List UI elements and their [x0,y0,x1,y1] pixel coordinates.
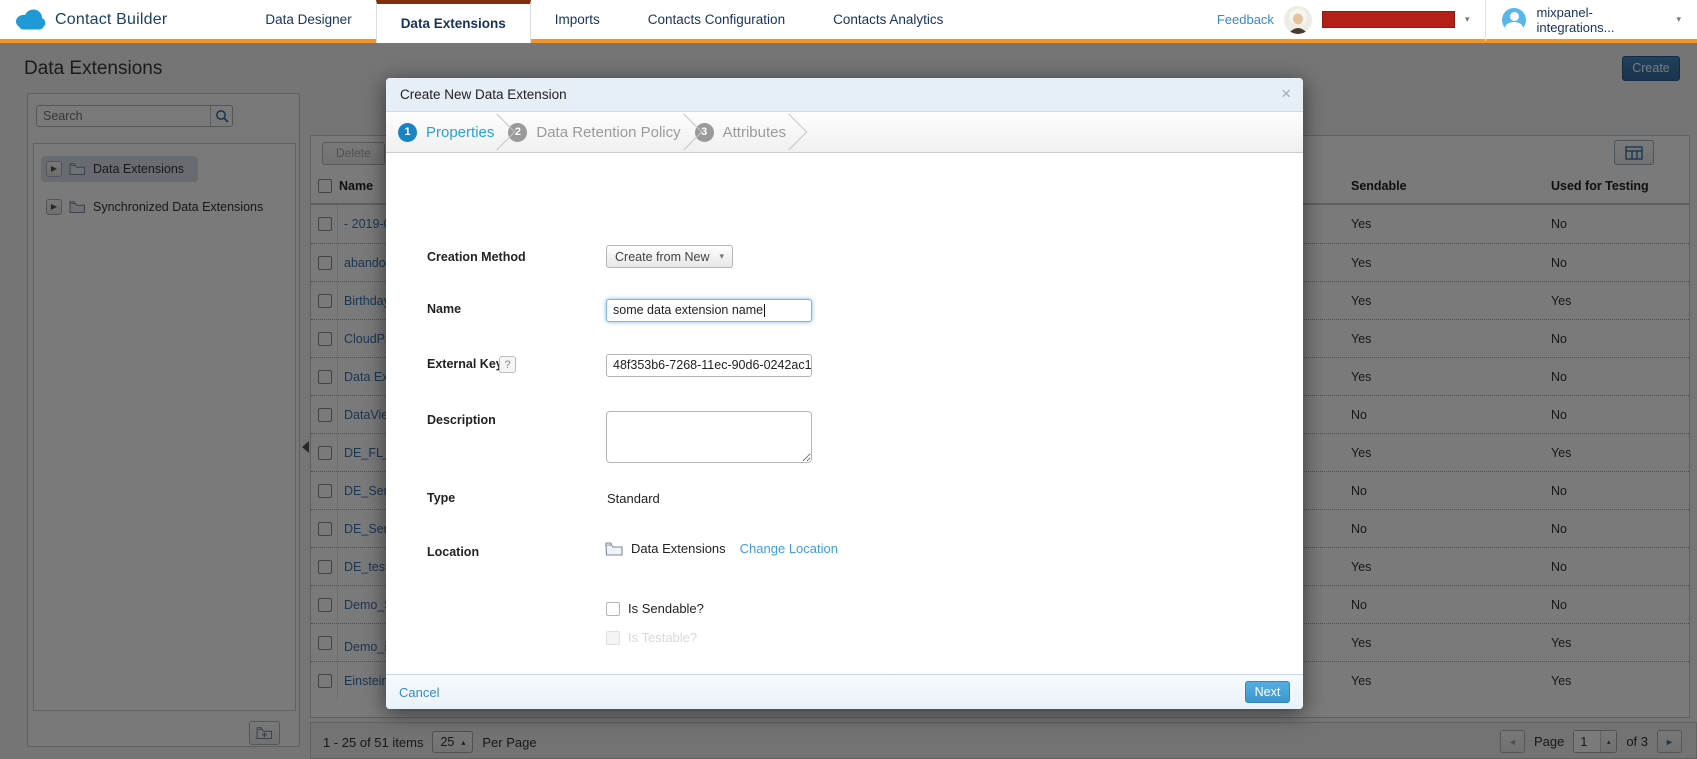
type-label: Type [427,491,455,505]
step-chevron-icon [771,114,808,151]
description-textarea[interactable] [606,411,812,463]
modal-footer: Cancel Next [386,674,1303,709]
folder-icon [605,541,623,556]
step-chevron-icon [665,114,702,151]
nav-tabs: Data Designer Data Extensions Imports Co… [241,0,967,39]
is-sendable-label: Is Sendable? [628,601,704,616]
einstein-avatar-icon [1284,6,1312,34]
top-navbar: Contact Builder Data Designer Data Exten… [0,0,1697,43]
is-testable-checkbox[interactable] [606,631,620,645]
is-testable-row: Is Testable? [606,630,697,645]
is-testable-label: Is Testable? [628,630,697,645]
close-icon[interactable]: × [1281,85,1291,102]
location-row: Data Extensions Change Location [605,541,838,556]
salesforce-cloud-logo-icon [14,8,46,31]
nav-divider [1485,0,1486,41]
feedback-link[interactable]: Feedback [1217,12,1274,27]
modal-body: Creation Method Create from New ▾ Name s… [386,153,1303,674]
location-value: Data Extensions [631,541,726,556]
app-brand: Contact Builder [0,0,181,39]
is-sendable-row: Is Sendable? [606,601,704,616]
modal-header: Create New Data Extension × [386,78,1303,112]
name-label: Name [427,302,461,316]
account-menu-chevron-icon[interactable]: ▾ [1676,14,1681,25]
account-name: mixpanel-integrations... [1536,5,1666,35]
nav-tab-contacts-analytics[interactable]: Contacts Analytics [809,0,967,39]
is-sendable-checkbox[interactable] [606,602,620,616]
user-avatar-icon[interactable] [1502,8,1526,32]
step-number-badge: 1 [398,123,417,142]
creation-method-value: Create from New [615,250,709,264]
app-title: Contact Builder [55,11,167,29]
step-data-retention-policy[interactable]: 2 Data Retention Policy [508,123,680,142]
cancel-link[interactable]: Cancel [399,685,439,700]
dropdown-caret-icon: ▾ [719,251,724,262]
external-key-label: External Key [427,357,503,371]
step-chevron-icon [479,114,516,151]
create-data-extension-modal: Create New Data Extension × 1 Properties… [386,78,1303,709]
creation-method-dropdown[interactable]: Create from New ▾ [606,245,733,268]
change-location-link[interactable]: Change Location [740,541,838,556]
einstein-avatar[interactable] [1284,6,1312,34]
type-value: Standard [607,491,660,506]
external-key-field[interactable]: 48f353b6-7268-11ec-90d6-0242ac1200 [606,354,812,377]
redacted-account-selector[interactable] [1322,11,1455,28]
chevron-down-icon[interactable]: ▾ [1465,14,1470,25]
name-field-value: some data extension name [613,303,763,317]
modal-title: Create New Data Extension [400,87,567,102]
step-label: Data Retention Policy [536,124,680,141]
nav-tab-imports[interactable]: Imports [531,0,624,39]
contact-builder-app: Contact Builder Data Designer Data Exten… [0,0,1697,759]
external-key-value: 48f353b6-7268-11ec-90d6-0242ac1200 [613,358,812,372]
wizard-steps: 1 Properties 2 Data Retention Policy 3 A… [386,112,1303,153]
creation-method-label: Creation Method [427,250,526,264]
name-field[interactable]: some data extension name [606,299,812,322]
text-cursor [764,304,765,317]
nav-tab-data-designer[interactable]: Data Designer [241,0,375,39]
help-icon[interactable]: ? [499,356,516,373]
description-label: Description [427,413,496,427]
location-label: Location [427,545,479,559]
nav-tab-contacts-configuration[interactable]: Contacts Configuration [624,0,809,39]
nav-tab-data-extensions[interactable]: Data Extensions [376,0,531,43]
next-button[interactable]: Next [1245,681,1290,703]
nav-right-cluster: Feedback ▾ mixpanel-integrations... ▾ [1217,0,1697,39]
